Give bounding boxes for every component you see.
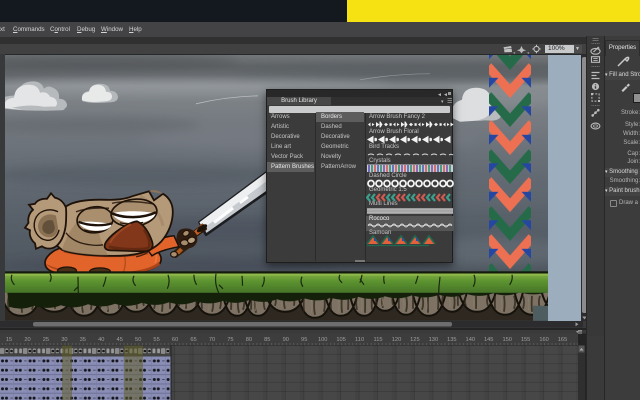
svg-text:100: 100: [318, 337, 328, 343]
svg-text:65: 65: [190, 337, 196, 343]
svg-text:95: 95: [301, 337, 307, 343]
svg-text:90: 90: [283, 337, 289, 343]
svg-text:60: 60: [172, 337, 178, 343]
svg-text:140: 140: [466, 337, 476, 343]
svg-text:115: 115: [373, 337, 382, 343]
svg-text:130: 130: [429, 337, 439, 343]
svg-text:15: 15: [6, 337, 12, 343]
svg-text:145: 145: [484, 337, 494, 343]
svg-text:165: 165: [558, 337, 568, 343]
svg-text:155: 155: [521, 337, 531, 343]
svg-text:50: 50: [135, 337, 141, 343]
svg-text:30: 30: [61, 337, 67, 343]
svg-text:135: 135: [447, 337, 457, 343]
svg-text:55: 55: [153, 337, 159, 343]
svg-text:40: 40: [98, 337, 104, 343]
svg-text:110: 110: [355, 337, 364, 343]
svg-text:75: 75: [227, 337, 233, 343]
svg-text:35: 35: [80, 337, 86, 343]
svg-text:80: 80: [246, 337, 252, 343]
svg-text:105: 105: [336, 337, 346, 343]
svg-text:120: 120: [392, 337, 402, 343]
svg-text:160: 160: [539, 337, 549, 343]
svg-text:150: 150: [502, 337, 512, 343]
svg-text:25: 25: [43, 337, 49, 343]
svg-text:70: 70: [209, 337, 215, 343]
svg-text:125: 125: [410, 337, 420, 343]
svg-text:85: 85: [264, 337, 270, 343]
svg-text:20: 20: [24, 337, 30, 343]
svg-text:45: 45: [117, 337, 123, 343]
